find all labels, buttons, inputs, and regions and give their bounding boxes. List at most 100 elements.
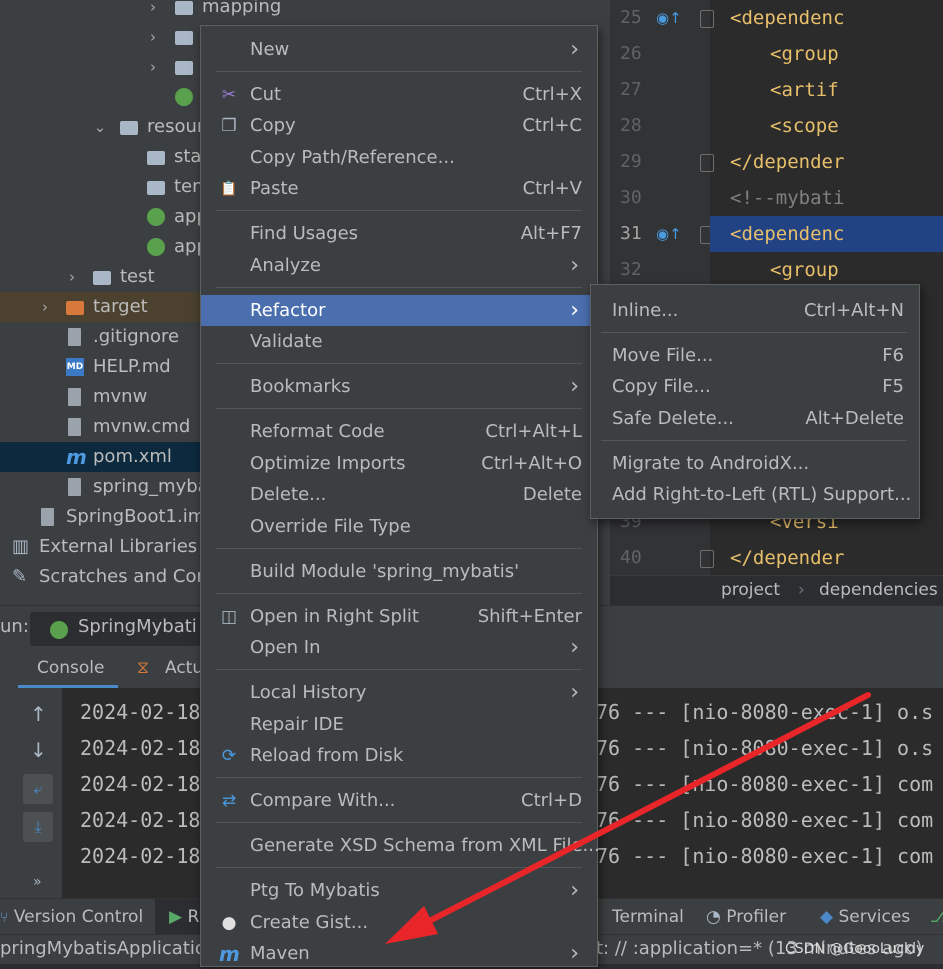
menu-item-generate-xsd[interactable]: Generate XSD Schema from XML File... bbox=[201, 830, 600, 861]
expand-arrow-icon[interactable]: ⌄ bbox=[92, 112, 108, 142]
menu-item-delete[interactable]: Delete... Delete bbox=[201, 479, 597, 510]
menu-item-label: Safe Delete... bbox=[612, 408, 734, 429]
folder-icon bbox=[175, 31, 193, 45]
menu-item-reformat[interactable]: Reformat Code Ctrl+Alt+L bbox=[201, 416, 597, 447]
tool-terminal[interactable]: Terminal bbox=[612, 899, 684, 935]
line-number: 29 bbox=[620, 151, 642, 172]
log-line: 2024-02-18 bbox=[80, 694, 200, 730]
submenu-arrow-icon: › bbox=[570, 37, 579, 62]
breadcrumb-project[interactable]: project bbox=[721, 576, 780, 604]
status-left: pringMybatisApplicatio bbox=[0, 938, 206, 959]
menu-item-shortcut: Ctrl+Alt+L bbox=[485, 421, 582, 442]
menu-item-cut[interactable]: ✂ Cut Ctrl+X bbox=[201, 79, 597, 110]
menu-item-create-gist[interactable]: ● Create Gist... bbox=[201, 907, 597, 938]
expand-arrow-icon[interactable]: › bbox=[145, 22, 161, 52]
menu-item-analyze[interactable]: Analyze › bbox=[201, 250, 597, 281]
menu-item-new[interactable]: New › bbox=[201, 34, 597, 65]
code-line[interactable]: </depender bbox=[710, 144, 943, 180]
breadcrumb-dependencies[interactable]: dependencies bbox=[819, 576, 938, 604]
expand-arrow-icon[interactable]: › bbox=[145, 0, 161, 22]
tool-profiler[interactable]: ◔ Profiler bbox=[706, 899, 786, 935]
left-strip bbox=[0, 688, 6, 898]
tree-item-label: SpringBoot1.im bbox=[66, 506, 206, 527]
menu-item-label: Inline... bbox=[612, 300, 679, 321]
menu-item-open-right-split[interactable]: ◫ Open in Right Split Shift+Enter bbox=[201, 601, 597, 632]
file-icon bbox=[68, 388, 81, 406]
menu-separator bbox=[216, 669, 582, 670]
menu-item-validate[interactable]: Validate bbox=[201, 326, 597, 357]
menu-item-inline[interactable]: Inline... Ctrl+Alt+N bbox=[591, 295, 919, 326]
menu-item-label: Find Usages bbox=[250, 223, 359, 244]
menu-item-safe-delete[interactable]: Safe Delete... Alt+Delete bbox=[591, 403, 919, 434]
log-tail: 76 --- [nio-8080-exec-1] o.s bbox=[596, 700, 934, 724]
menu-item-repair-ide[interactable]: Repair IDE bbox=[201, 709, 597, 740]
menu-item-maven[interactable]: m Maven › bbox=[201, 938, 597, 969]
menu-separator bbox=[216, 363, 582, 364]
line-number: 30 bbox=[620, 187, 642, 208]
menu-item-paste[interactable]: 📋 Paste Ctrl+V bbox=[201, 173, 597, 204]
code-line[interactable]: </depender bbox=[710, 540, 943, 576]
log-date: 2024-02-18 bbox=[80, 700, 201, 724]
scroll-up-icon[interactable]: ↑ bbox=[30, 702, 47, 726]
code-line[interactable]: <group bbox=[710, 252, 943, 288]
code-line[interactable]: <dependenc bbox=[710, 0, 943, 36]
menu-item-label: Build Module 'spring_mybatis' bbox=[250, 561, 520, 582]
tree-item-label: test bbox=[120, 266, 155, 287]
code-text: <group bbox=[770, 43, 839, 65]
menu-separator bbox=[216, 867, 582, 868]
scroll-to-end-icon[interactable]: ⤓ bbox=[23, 812, 53, 842]
file-icon bbox=[68, 478, 81, 496]
menu-item-optimize-imports[interactable]: Optimize Imports Ctrl+Alt+O bbox=[201, 448, 597, 479]
menu-item-move-file[interactable]: Move File... F6 bbox=[591, 340, 919, 371]
code-line[interactable]: <group bbox=[710, 36, 943, 72]
code-line[interactable]: <artif bbox=[710, 72, 943, 108]
menu-item-migrate-androidx[interactable]: Migrate to AndroidX... bbox=[591, 448, 919, 479]
menu-item-shortcut: Ctrl+V bbox=[522, 178, 582, 199]
tool-version-control[interactable]: ⑂ Version Control bbox=[0, 899, 143, 935]
maven-icon: m bbox=[219, 942, 240, 966]
tab-console[interactable]: Console bbox=[18, 652, 118, 688]
soft-wrap-icon[interactable]: ⤶ bbox=[23, 774, 53, 804]
menu-item-copy-file[interactable]: Copy File... F5 bbox=[591, 371, 919, 402]
menu-item-find-usages[interactable]: Find Usages Alt+F7 bbox=[201, 218, 597, 249]
scroll-down-icon[interactable]: ↓ bbox=[30, 738, 47, 762]
submenu-arrow-icon: › bbox=[570, 298, 579, 323]
expand-arrow-icon[interactable]: › bbox=[37, 292, 53, 322]
menu-item-bookmarks[interactable]: Bookmarks › bbox=[201, 371, 597, 402]
code-text: <artif bbox=[770, 79, 839, 101]
spring-icon bbox=[175, 88, 193, 106]
menu-item-override-type[interactable]: Override File Type bbox=[201, 511, 597, 542]
menu-item-add-rtl[interactable]: Add Right-to-Left (RTL) Support... bbox=[591, 479, 919, 510]
log-line: 2024-02-18 bbox=[80, 766, 200, 802]
tool-run[interactable]: ▶ R bbox=[155, 899, 200, 935]
expand-arrow-icon[interactable]: › bbox=[64, 262, 80, 292]
menu-item-local-history[interactable]: Local History › bbox=[201, 677, 597, 708]
log-date: 2024-02-18 bbox=[80, 808, 201, 832]
expand-arrow-icon[interactable]: › bbox=[145, 52, 161, 82]
menu-item-build-module[interactable]: Build Module 'spring_mybatis' bbox=[201, 556, 597, 587]
menu-item-open-in[interactable]: Open In › bbox=[201, 632, 597, 663]
code-line[interactable]: <scope bbox=[710, 108, 943, 144]
run-config-tab[interactable]: SpringMybati bbox=[30, 612, 205, 646]
menu-item-ptg-mybatis[interactable]: Ptg To Mybatis › bbox=[201, 875, 597, 906]
code-line[interactable]: <dependenc bbox=[710, 216, 943, 252]
line-number: 32 bbox=[620, 259, 642, 280]
file-icon bbox=[68, 418, 81, 436]
override-marker-icon[interactable]: ◉↑ bbox=[656, 225, 682, 243]
menu-item-label: Copy bbox=[250, 115, 296, 136]
vcs-icon: ⑂ bbox=[0, 910, 9, 926]
code-line[interactable]: <!--mybati bbox=[710, 180, 943, 216]
menu-item-label: Analyze bbox=[250, 255, 321, 276]
code-text: <!--mybati bbox=[730, 187, 845, 209]
menu-item-compare-with[interactable]: ⇄ Compare With... Ctrl+D bbox=[201, 785, 597, 816]
menu-item-copy-path[interactable]: Copy Path/Reference... bbox=[201, 142, 597, 173]
override-marker-icon[interactable]: ◉↑ bbox=[656, 9, 682, 27]
menu-item-copy[interactable]: ❐ Copy Ctrl+C bbox=[201, 110, 597, 141]
menu-item-reload-disk[interactable]: ⟳ Reload from Disk bbox=[201, 740, 597, 771]
tree-item[interactable]: › mapping bbox=[0, 0, 610, 22]
tool-extra-icon[interactable]: ⎇ bbox=[930, 899, 943, 935]
tool-services[interactable]: ◆ Services bbox=[820, 899, 910, 935]
context-menu: New › ✂ Cut Ctrl+X ❐ Copy Ctrl+C Copy Path/Refer… bbox=[200, 25, 600, 969]
menu-item-refactor[interactable]: Refactor › bbox=[201, 295, 597, 326]
more-icon[interactable]: » bbox=[33, 874, 42, 890]
